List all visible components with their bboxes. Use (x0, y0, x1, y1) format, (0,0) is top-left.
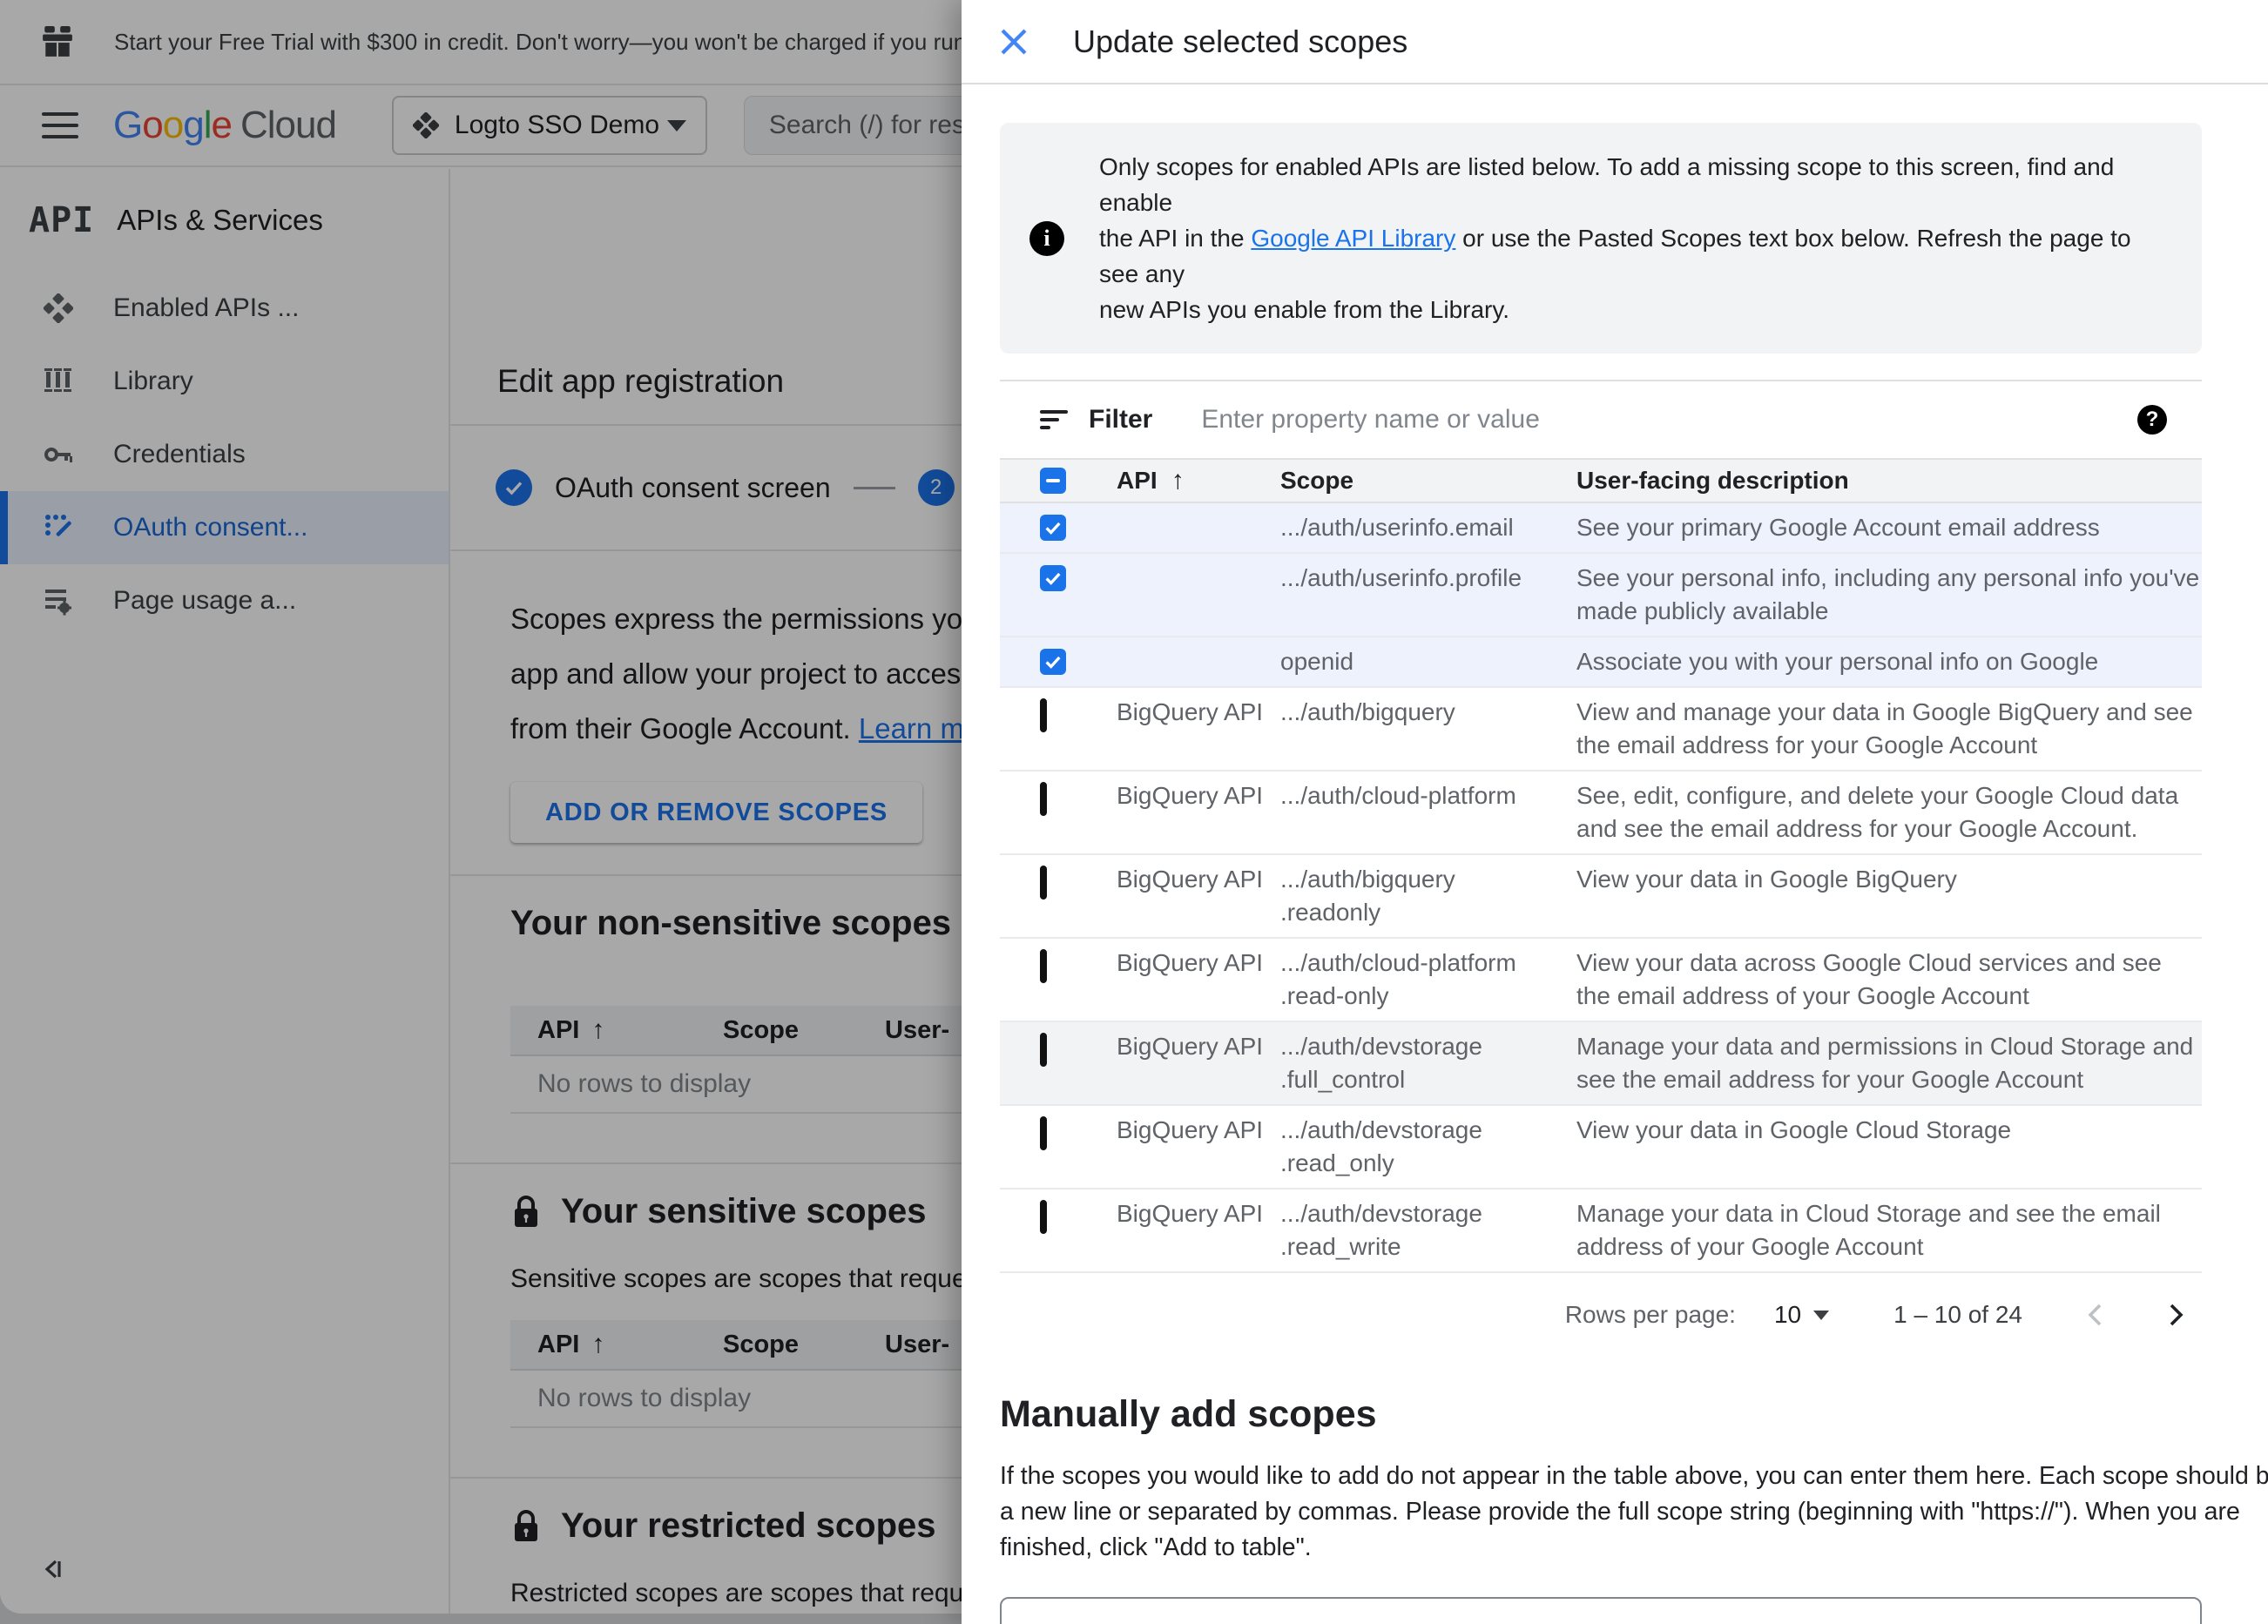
api-column-header[interactable]: API ↑ (1117, 466, 1280, 495)
close-icon[interactable] (998, 26, 1029, 57)
description-cell: See, edit, configure, and delete your Go… (1576, 782, 2179, 842)
description-cell: View your data in Google BigQuery (1576, 866, 1957, 893)
info-text: Only scopes for enabled APIs are listed … (1099, 153, 2131, 323)
scope-row[interactable]: BigQuery API .../auth/bigquery .readonly Vi… (1000, 855, 2202, 939)
scopes-table-header: API ↑ Scope User-facing description (1000, 458, 2202, 503)
description-cell: Manage your data and permissions in Clou… (1576, 1033, 2194, 1093)
row-checkbox[interactable] (1040, 1200, 1047, 1234)
panel-header: Update selected scopes (962, 0, 2268, 84)
row-checkbox[interactable] (1040, 1116, 1047, 1150)
panel-title: Update selected scopes (1073, 23, 1408, 59)
scope-cell: .../auth/userinfo.profile (1280, 564, 1522, 591)
scope-cell: .../auth/bigquery .readonly (1280, 866, 1455, 926)
manually-add-scopes-description: If the scopes you would like to add do n… (1000, 1462, 2268, 1561)
select-all-checkbox[interactable] (1040, 468, 1066, 494)
api-cell: BigQuery API (1117, 1200, 1264, 1227)
scope-row[interactable]: .../auth/userinfo.email See your primary … (1000, 503, 2202, 554)
rows-per-page-label: Rows per page: (1564, 1301, 1736, 1328)
description-cell: View your data in Google Cloud Storage (1576, 1116, 2012, 1143)
chevron-down-icon (1813, 1310, 1830, 1320)
scopes-table: API ↑ Scope User-facing description .../a… (1000, 458, 2202, 1273)
api-cell: BigQuery API (1117, 1116, 1264, 1143)
scopes-table-rows: .../auth/userinfo.email See your primary … (1000, 503, 2202, 1273)
row-checkbox[interactable] (1040, 515, 1066, 541)
api-cell: BigQuery API (1117, 949, 1264, 976)
filter-icon (1040, 410, 1068, 429)
previous-page-icon[interactable] (2083, 1302, 2109, 1328)
scope-cell: .../auth/devstorage .full_control (1280, 1033, 1482, 1093)
sort-ascending-icon: ↑ (1171, 466, 1185, 495)
filter-bar[interactable]: Filter Enter property name or value ? (1000, 380, 2202, 458)
api-cell: BigQuery API (1117, 698, 1264, 725)
filter-input-placeholder[interactable]: Enter property name or value (1201, 405, 1540, 435)
scope-row[interactable]: BigQuery API .../auth/devstorage .read_onl… (1000, 1106, 2202, 1189)
pagination: Rows per page: 10 1 – 10 of 24 (1000, 1273, 2202, 1357)
row-checkbox[interactable] (1040, 649, 1066, 675)
update-scopes-panel: Update selected scopes i Only scopes for… (962, 0, 2268, 1624)
row-checkbox[interactable] (1040, 565, 1066, 591)
next-page-icon[interactable] (2162, 1302, 2188, 1328)
row-checkbox[interactable] (1040, 949, 1047, 983)
scope-row[interactable]: BigQuery API .../auth/devstorage .full_con… (1000, 1022, 2202, 1106)
scope-cell: .../auth/devstorage .read_write (1280, 1200, 1482, 1260)
google-api-library-link[interactable]: Google API Library (1251, 225, 1455, 252)
api-cell: BigQuery API (1117, 1033, 1264, 1060)
description-cell: See your personal info, including any pe… (1576, 564, 2200, 624)
scope-row[interactable]: BigQuery API .../auth/cloud-platform See, … (1000, 772, 2202, 855)
scope-row[interactable]: .../auth/userinfo.profile See your person… (1000, 554, 2202, 637)
row-checkbox[interactable] (1040, 866, 1047, 900)
pagination-range: 1 – 10 of 24 (1893, 1301, 2022, 1328)
scope-cell: openid (1280, 648, 1354, 675)
manually-add-scopes-title: Manually add scopes (1000, 1393, 1377, 1435)
description-cell: Associate you with your personal info on… (1576, 648, 2099, 675)
api-cell (1117, 511, 1280, 544)
manual-scopes-textarea[interactable] (1000, 1597, 2202, 1624)
scope-row[interactable]: BigQuery API .../auth/devstorage .read_wri… (1000, 1189, 2202, 1273)
scope-column-header[interactable]: Scope (1280, 467, 1576, 495)
scope-cell: .../auth/devstorage .read_only (1280, 1116, 1482, 1176)
description-cell: View your data across Google Cloud servi… (1576, 949, 2162, 1009)
screen: Start your Free Trial with $300 in credi… (0, 0, 2268, 1624)
row-checkbox[interactable] (1040, 782, 1047, 816)
modal-scrim[interactable] (0, 0, 962, 1624)
scope-cell: .../auth/bigquery (1280, 698, 1455, 725)
info-banner: i Only scopes for enabled APIs are liste… (1000, 123, 2202, 354)
description-cell: View and manage your data in Google BigQ… (1576, 698, 2193, 758)
panel-body: i Only scopes for enabled APIs are liste… (962, 123, 2268, 1624)
row-checkbox[interactable] (1040, 1033, 1047, 1067)
api-cell (1117, 562, 1280, 628)
api-cell: BigQuery API (1117, 866, 1264, 893)
scope-cell: .../auth/userinfo.email (1280, 514, 1514, 541)
filter-label: Filter (1089, 405, 1153, 434)
api-cell: BigQuery API (1117, 782, 1264, 809)
row-checkbox[interactable] (1040, 698, 1047, 732)
manual-scopes-field (1000, 1566, 2202, 1624)
api-cell (1117, 645, 1280, 678)
scope-cell: .../auth/cloud-platform .read-only (1280, 949, 1516, 1009)
scope-row[interactable]: BigQuery API .../auth/bigquery View and ma… (1000, 688, 2202, 772)
scope-row[interactable]: openid Associate you with your personal i… (1000, 637, 2202, 688)
description-column-header: User-facing description (1576, 467, 1849, 494)
description-cell: Manage your data in Cloud Storage and se… (1576, 1200, 2161, 1260)
rows-per-page-select[interactable]: 10 (1774, 1301, 1830, 1329)
help-icon[interactable]: ? (2137, 405, 2167, 435)
scope-cell: .../auth/cloud-platform (1280, 782, 1516, 809)
info-icon: i (1029, 220, 1064, 256)
scope-row[interactable]: BigQuery API .../auth/cloud-platform .read… (1000, 939, 2202, 1022)
description-cell: See your primary Google Account email ad… (1576, 514, 2100, 541)
